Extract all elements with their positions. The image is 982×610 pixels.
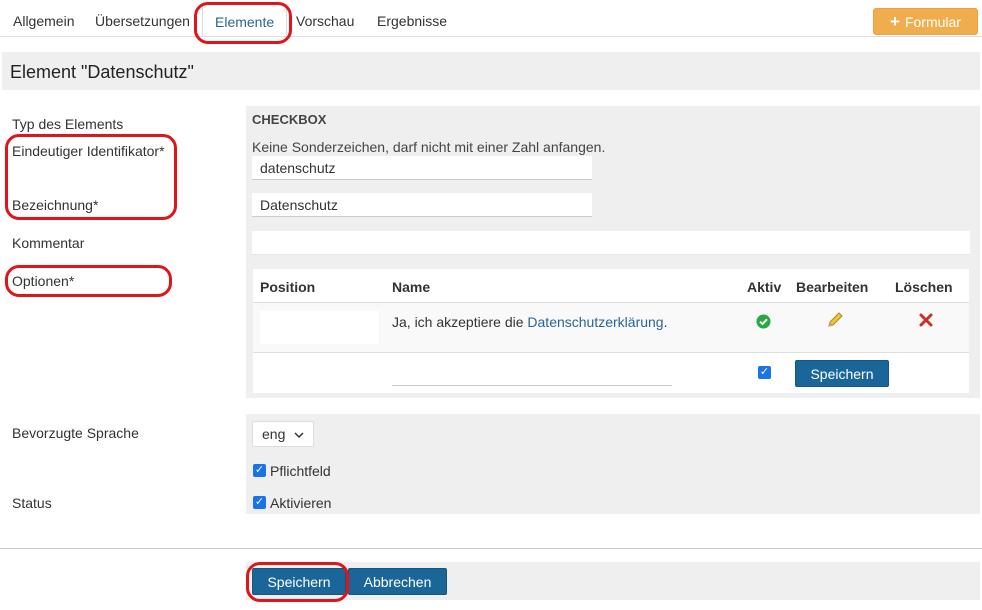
comment-input[interactable] [252, 231, 970, 255]
highlight-annotation [246, 562, 349, 602]
tab-vorschau[interactable]: Vorschau [296, 13, 354, 29]
language-label: Bevorzugte Sprache [12, 425, 139, 441]
highlight-annotation [5, 134, 177, 220]
required-checkbox[interactable]: ✓ [253, 464, 266, 477]
activate-checkbox[interactable]: ✓ [253, 496, 266, 509]
add-form-label: Formular [904, 13, 961, 30]
header-active: Aktiv [747, 279, 782, 295]
privacy-link[interactable]: Datenschutzerklärung [527, 314, 663, 330]
option-name: Ja, ich akzeptiere die Datenschutzerklär… [392, 314, 668, 330]
divider [253, 352, 969, 353]
highlight-annotation [5, 265, 172, 297]
header-position: Position [260, 279, 316, 295]
footer-divider [0, 548, 982, 549]
settings-panel [246, 414, 980, 514]
status-label: Status [12, 495, 52, 511]
language-select[interactable]: eng [252, 421, 314, 447]
new-option-active-checkbox[interactable]: ✓ [758, 366, 771, 379]
activate-label: Aktivieren [270, 495, 332, 511]
tab-ergebnisse[interactable]: Ergebnisse [377, 13, 447, 29]
comment-label: Kommentar [12, 235, 85, 251]
header-delete: Löschen [895, 279, 953, 295]
type-label: Typ des Elements [12, 116, 124, 132]
identifier-hint: Keine Sonderzeichen, darf nicht mit eine… [252, 139, 606, 155]
tab-allgemein[interactable]: Allgemein [13, 13, 74, 29]
page-header: Element "Datenschutz" [2, 52, 980, 90]
language-value: eng [262, 426, 286, 442]
required-label: Pflichtfeld [270, 463, 331, 479]
tab-bar: Allgemein Übersetzungen Elemente Vorscha… [0, 0, 982, 37]
options-table: Position Name Aktiv Bearbeiten Löschen J… [253, 269, 969, 393]
position-input[interactable] [260, 311, 379, 344]
name-input[interactable] [252, 193, 592, 217]
plus-icon: + [890, 12, 900, 31]
highlight-annotation [194, 2, 292, 44]
cancel-button[interactable]: Abbrechen [348, 568, 447, 595]
table-row: Ja, ich akzeptiere die Datenschutzerklär… [253, 303, 969, 352]
identifier-input[interactable] [252, 156, 592, 180]
type-value: CHECKBOX [252, 112, 327, 127]
new-option-name-input[interactable] [392, 363, 672, 386]
pencil-icon[interactable] [826, 311, 844, 332]
chevron-down-icon [294, 426, 304, 442]
add-form-button[interactable]: + Formular [873, 8, 978, 35]
option-save-button[interactable]: Speichern [795, 360, 889, 387]
tab-uebersetzungen[interactable]: Übersetzungen [95, 13, 190, 29]
page-title: Element "Datenschutz" [10, 62, 194, 82]
delete-icon[interactable] [918, 312, 934, 331]
header-name: Name [392, 279, 431, 295]
header-edit: Bearbeiten [796, 279, 869, 295]
check-circle-icon [756, 314, 771, 332]
